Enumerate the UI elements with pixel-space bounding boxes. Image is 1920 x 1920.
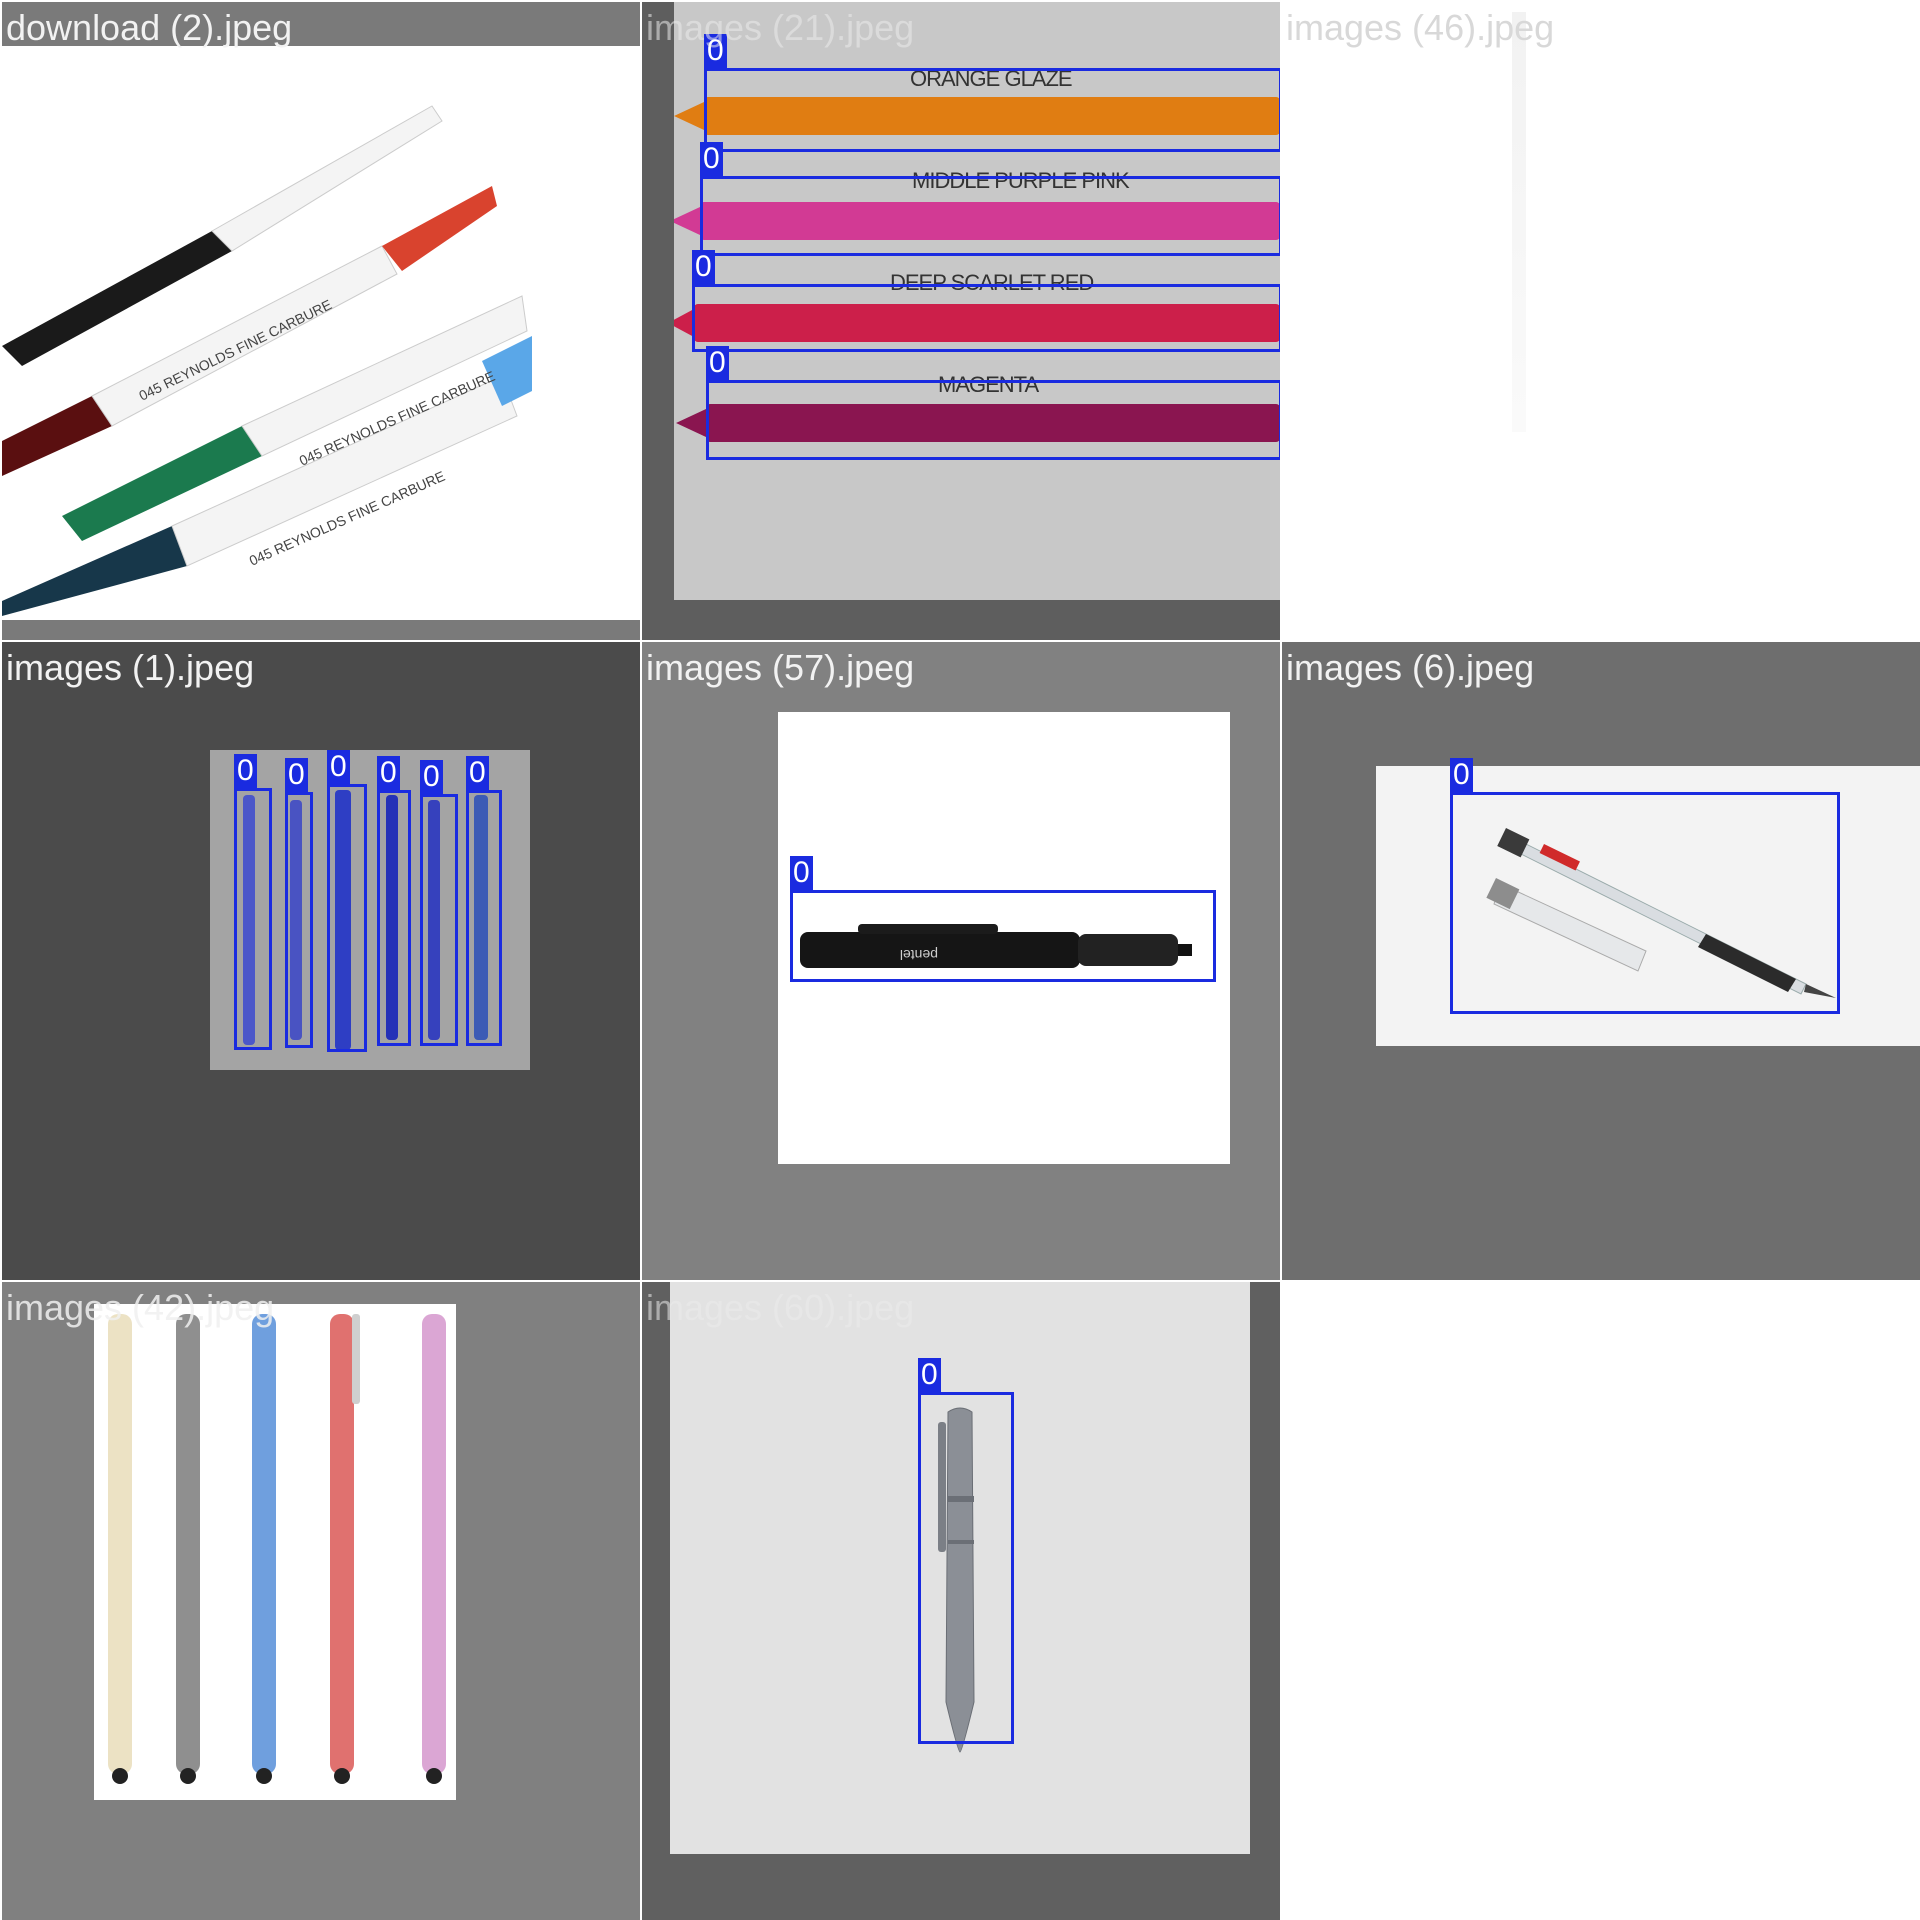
bounding-box[interactable]	[1450, 792, 1840, 1014]
stylus-pens-illustration	[108, 1314, 446, 1784]
box-class-label: 0	[285, 758, 308, 792]
box-class-label: 0	[700, 142, 723, 176]
tile-download-2[interactable]: 045 REYNOLDS FINE CARBURE 045 REYNOLDS F…	[2, 2, 640, 640]
box-class-label: 0	[327, 750, 350, 784]
filename-label: images (46).jpeg	[1286, 7, 1555, 48]
bounding-box[interactable]	[420, 794, 458, 1046]
box-class-label: 0	[466, 756, 489, 790]
bounding-box[interactable]	[700, 176, 1280, 256]
filename-label: images (21).jpeg	[646, 7, 915, 48]
filename-label: images (57).jpeg	[646, 647, 915, 688]
box-class-label: 0	[706, 346, 729, 380]
tile-images-60[interactable]: 0 images (60).jpeg	[642, 1282, 1280, 1920]
tile-images-42[interactable]: images (42).jpeg	[2, 1282, 640, 1920]
svg-text:045 REYNOLDS FINE CARBURE: 045 REYNOLDS FINE CARBURE	[136, 296, 334, 403]
pen-photo: 045 REYNOLDS FINE CARBURE 045 REYNOLDS F…	[2, 46, 640, 620]
bounding-box[interactable]	[706, 380, 1280, 460]
bounding-box[interactable]	[377, 790, 411, 1046]
filename-label: images (1).jpeg	[6, 647, 255, 688]
pen-photo	[94, 1304, 456, 1800]
tile-empty	[1282, 1282, 1920, 1920]
tile-images-1[interactable]: 0 0 0 0 0 0 images (1).jpeg	[2, 642, 640, 1280]
tile-images-57[interactable]: pentel 0 images (57).jpeg	[642, 642, 1280, 1280]
box-class-label: 0	[918, 1358, 941, 1392]
bounding-box[interactable]	[327, 784, 367, 1052]
filename-label: download (2).jpeg	[6, 7, 293, 48]
box-class-label: 0	[377, 756, 400, 790]
tile-images-6[interactable]: 0 images (6).jpeg	[1282, 642, 1920, 1280]
reynolds-pens-illustration: 045 REYNOLDS FINE CARBURE 045 REYNOLDS F…	[2, 105, 532, 616]
tile-images-46[interactable]: images (46).jpeg	[1282, 2, 1920, 640]
box-class-label: 0	[1450, 758, 1473, 792]
bounding-box[interactable]	[692, 284, 1280, 352]
box-class-label: 0	[790, 856, 813, 890]
bounding-box[interactable]	[704, 68, 1280, 152]
bounding-box[interactable]	[466, 790, 502, 1046]
tile-images-21[interactable]: ORANGE GLAZE MIDDLE PURPLE PINK DEEP SCA…	[642, 2, 1280, 640]
pen-photo	[1512, 12, 1526, 432]
box-class-label: 0	[420, 760, 443, 794]
box-class-label: 0	[692, 250, 715, 284]
bounding-box[interactable]	[790, 890, 1216, 982]
image-grid: 045 REYNOLDS FINE CARBURE 045 REYNOLDS F…	[0, 0, 1920, 1920]
bounding-box[interactable]	[918, 1392, 1014, 1744]
bounding-box[interactable]	[234, 788, 272, 1050]
filename-label: images (60).jpeg	[646, 1287, 915, 1328]
filename-label: images (42).jpeg	[6, 1287, 275, 1328]
filename-label: images (6).jpeg	[1286, 647, 1535, 688]
box-class-label: 0	[234, 754, 257, 788]
bounding-box[interactable]	[285, 792, 313, 1048]
